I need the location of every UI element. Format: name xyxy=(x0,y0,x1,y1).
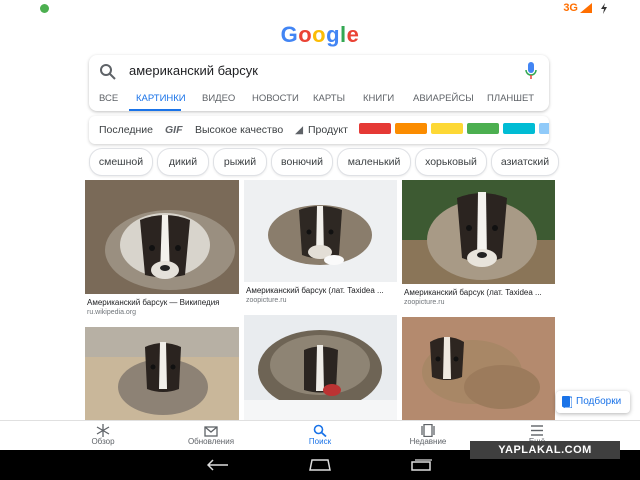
badger-image[interactable] xyxy=(244,315,397,420)
result-caption: Американский барсук (лат. Taxidea ... xyxy=(404,288,542,297)
badger-image[interactable] xyxy=(402,180,555,284)
logo-letter: l xyxy=(340,22,347,47)
search-card: американский барсук ВСЕ КАРТИНКИ ВИДЕО Н… xyxy=(89,55,549,111)
nav-label: Обновления xyxy=(187,437,235,446)
chip-ferret[interactable]: хорьковый xyxy=(415,148,487,176)
search-icon xyxy=(313,424,327,437)
recents-icon[interactable] xyxy=(411,459,433,471)
tab-images[interactable]: КАРТИНКИ xyxy=(136,93,186,104)
microphone-icon[interactable] xyxy=(523,61,539,81)
chip-wild[interactable]: дикий xyxy=(157,148,209,176)
color-filter-orange[interactable] xyxy=(395,123,427,134)
nav-discover[interactable]: Обзор xyxy=(63,424,143,446)
color-filter-yellow[interactable] xyxy=(431,123,463,134)
nav-search[interactable]: Поиск xyxy=(280,424,360,446)
chip-funny[interactable]: смешной xyxy=(89,148,153,176)
signal-icon xyxy=(580,3,592,13)
chip-smelly[interactable]: вонючий xyxy=(271,148,333,176)
logo-letter: o xyxy=(298,22,313,47)
result-source: zoopicture.ru xyxy=(404,299,445,306)
nav-updates[interactable]: Обновления xyxy=(171,424,251,446)
logo-letter: e xyxy=(346,22,360,47)
result-caption: Американский барсук (лат. Taxidea ... xyxy=(246,286,384,295)
back-icon[interactable] xyxy=(207,459,229,471)
tab-video[interactable]: ВИДЕО xyxy=(202,93,235,104)
nav-label: Недавние xyxy=(409,437,447,446)
result-tile[interactable] xyxy=(402,317,555,420)
result-tile[interactable] xyxy=(244,315,397,420)
asterisk-icon xyxy=(96,424,110,437)
search-icon[interactable] xyxy=(99,63,117,81)
google-logo[interactable]: Google xyxy=(0,22,640,48)
chip-red[interactable]: рыжий xyxy=(213,148,267,176)
recent-icon xyxy=(421,424,435,437)
filter-gif[interactable]: GIF xyxy=(165,124,183,136)
result-tile[interactable] xyxy=(85,327,239,420)
chip-asian[interactable]: азиатский xyxy=(491,148,559,176)
tab-books[interactable]: КНИГИ xyxy=(363,93,394,104)
filter-bar: Последние GIF Высокое качество ◢ Продукт xyxy=(89,116,549,144)
badger-image[interactable] xyxy=(402,317,555,420)
tab-all[interactable]: ВСЕ xyxy=(99,93,118,104)
tab-maps[interactable]: КАРТЫ xyxy=(313,93,345,104)
watermark: YAPLAKAL.COM xyxy=(470,441,620,459)
tag-icon: ◢ xyxy=(295,124,304,136)
nav-recent[interactable]: Недавние xyxy=(388,424,468,446)
collections-button[interactable]: Подборки xyxy=(556,391,630,413)
tab-flights[interactable]: АВИАРЕЙСЫ xyxy=(413,93,474,104)
color-filter-green[interactable] xyxy=(467,123,499,134)
nav-label: Обзор xyxy=(91,437,115,446)
network-type: 3G xyxy=(563,2,578,14)
search-input[interactable]: американский барсук xyxy=(129,63,258,78)
color-filter-red[interactable] xyxy=(359,123,391,134)
tab-tablet[interactable]: ПЛАНШЕТ xyxy=(487,93,534,104)
result-caption: Американский барсук — Википедия xyxy=(87,298,220,307)
menu-icon xyxy=(531,425,543,436)
logo-letter: G xyxy=(280,22,299,47)
filter-high-quality[interactable]: Высокое качество xyxy=(195,124,283,136)
home-icon[interactable] xyxy=(309,459,331,471)
status-bar: 3G xyxy=(0,0,640,18)
bookmark-icon xyxy=(562,396,572,408)
result-source: ru.wikipedia.org xyxy=(87,309,137,316)
badger-image[interactable] xyxy=(85,180,239,294)
collections-label: Подборки xyxy=(576,396,622,407)
badger-image[interactable] xyxy=(244,180,397,282)
updates-icon xyxy=(204,426,218,437)
logo-letter: o xyxy=(312,22,327,47)
filter-product[interactable]: Продукт xyxy=(308,124,348,136)
filter-recent[interactable]: Последние xyxy=(99,124,153,136)
notification-dot-icon xyxy=(40,4,49,13)
result-tile[interactable]: Американский барсук — Википедия ru.wikip… xyxy=(85,180,239,320)
chip-small[interactable]: маленький xyxy=(337,148,411,176)
logo-letter: g xyxy=(326,22,341,47)
tab-news[interactable]: НОВОСТИ xyxy=(252,93,299,104)
active-tab-indicator xyxy=(129,109,181,111)
battery-charging-icon xyxy=(601,3,607,14)
color-filter-blue[interactable] xyxy=(539,123,549,134)
result-tile[interactable]: Американский барсук (лат. Taxidea ... zo… xyxy=(402,180,555,310)
result-tile[interactable]: Американский барсук (лат. Taxidea ... zo… xyxy=(244,180,397,310)
result-source: zoopicture.ru xyxy=(246,297,287,304)
color-filter-cyan[interactable] xyxy=(503,123,535,134)
search-tabs: ВСЕ КАРТИНКИ ВИДЕО НОВОСТИ КАРТЫ КНИГИ А… xyxy=(89,87,549,111)
badger-image[interactable] xyxy=(85,327,239,420)
nav-label: Поиск xyxy=(308,437,332,446)
